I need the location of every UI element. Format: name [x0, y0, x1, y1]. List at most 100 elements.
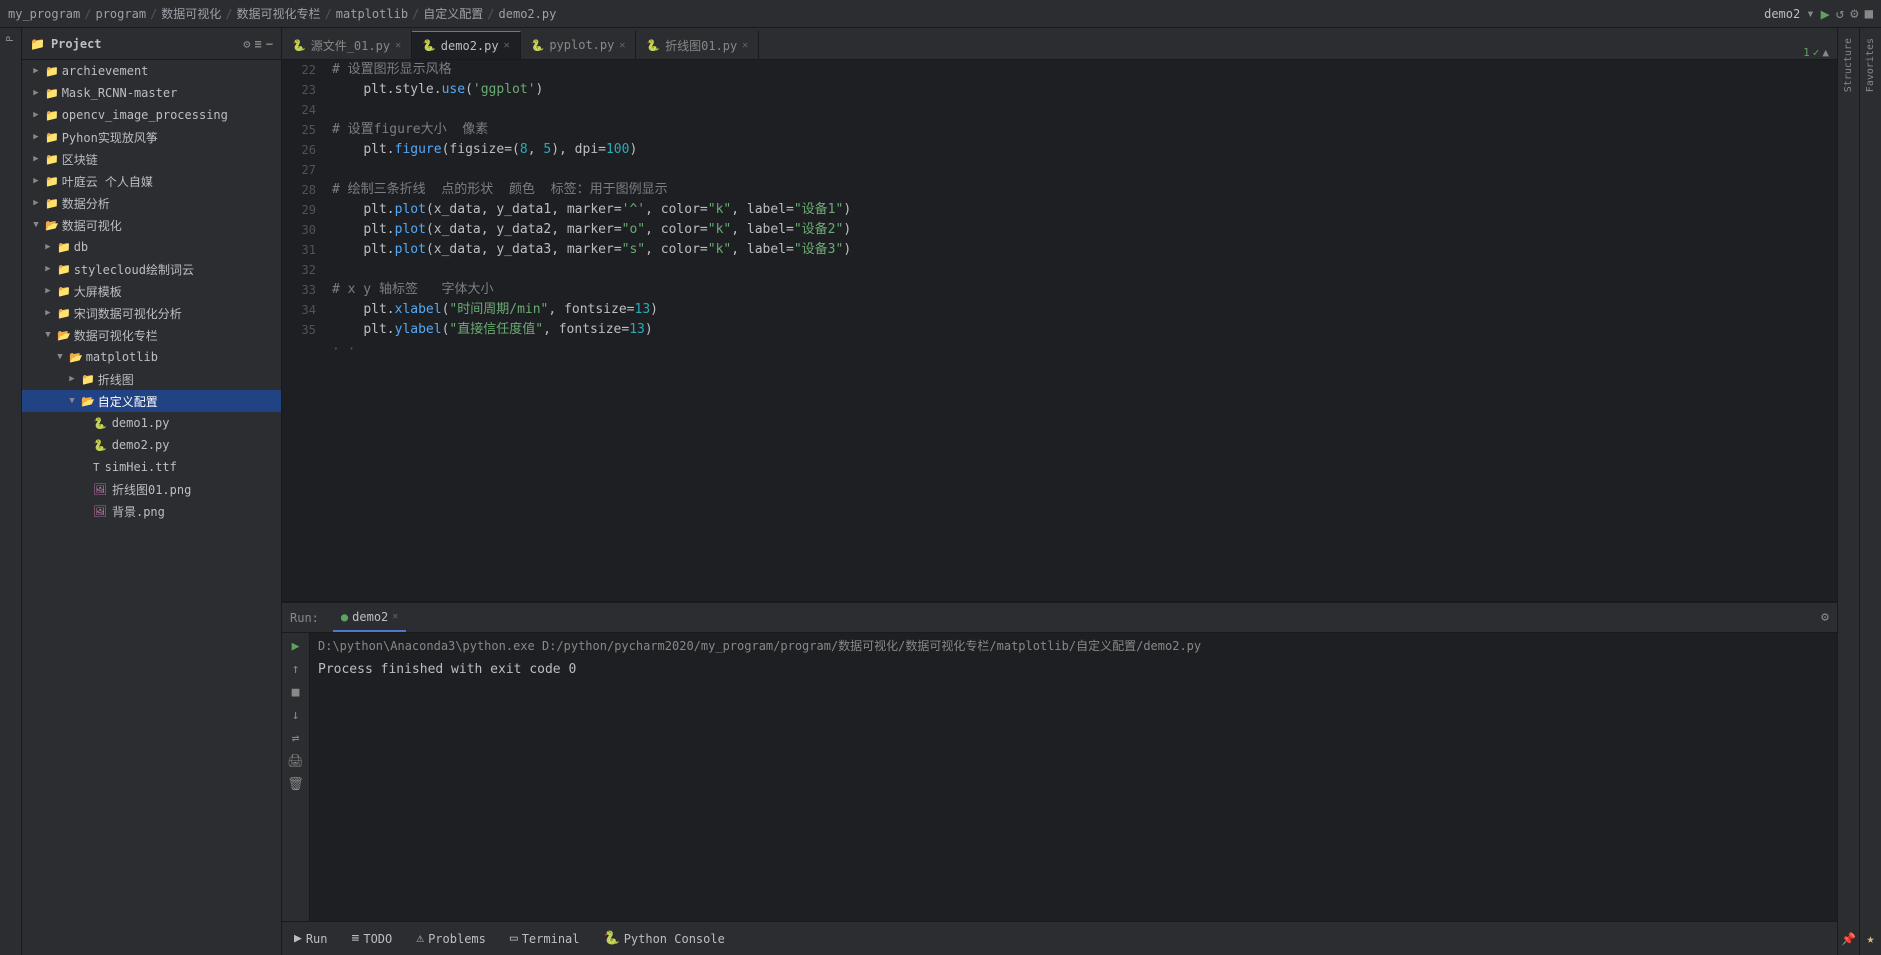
code-span: fontsize: [564, 302, 627, 317]
breadcrumb-item-1[interactable]: my_program: [8, 7, 80, 21]
tab-close-icon[interactable]: ✕: [504, 40, 510, 51]
run-print-icon[interactable]: 🖨: [285, 752, 306, 771]
breadcrumb-item-3[interactable]: 数据可视化: [161, 5, 221, 22]
project-tool-icon[interactable]: P: [3, 32, 18, 46]
tree-item-dataviz-col[interactable]: ▼ 📂 数据可视化专栏: [22, 324, 281, 346]
code-editor[interactable]: 22 # 设置图形显示风格 23 plt.style.use('ggplot')…: [282, 60, 1837, 601]
bottom-panel-settings-icon[interactable]: ⚙: [1821, 610, 1829, 625]
code-span: y_data2: [496, 222, 551, 237]
code-span: xlabel: [395, 302, 442, 317]
code-span: =: [621, 322, 629, 337]
line-content[interactable]: plt.ylabel("直接信任度值", fontsize=13): [332, 320, 1837, 340]
favorites-star-icon[interactable]: ★: [1867, 932, 1875, 947]
tree-item-stylecloud[interactable]: ▶ 📁 stylecloud绘制词云: [22, 258, 281, 280]
tree-label: 区块链: [62, 151, 98, 168]
comment-span: # 设置图形显示风格: [332, 62, 452, 77]
run-toolbar-btn[interactable]: ▶ Run: [290, 929, 332, 948]
tree-item-simhei[interactable]: T simHei.ttf: [22, 456, 281, 478]
code-span: 13: [635, 302, 651, 317]
line-content[interactable]: plt.plot(x_data, y_data3, marker="s", co…: [332, 240, 1837, 260]
python-console-toolbar-btn[interactable]: 🐍 Python Console: [600, 929, 729, 948]
sidebar-collapse-icon[interactable]: −: [266, 37, 273, 51]
code-span: y_data1: [496, 202, 551, 217]
tab-close-icon[interactable]: ✕: [619, 40, 625, 51]
tree-item-songci[interactable]: ▶ 📁 宋词数据可视化分析: [22, 302, 281, 324]
breadcrumb-item-6[interactable]: 自定义配置: [423, 5, 483, 22]
tree-item-dataviz[interactable]: ▼ 📂 数据可视化: [22, 214, 281, 236]
file-tree: ▶ 📁 archievement ▶ 📁 Mask_RCNN-master ▶ …: [22, 60, 281, 955]
line-content[interactable]: plt.xlabel("时间周期/min", fontsize=13): [332, 300, 1837, 320]
structure-pin-icon[interactable]: 📌: [1841, 932, 1856, 955]
line-content[interactable]: # x y 轴标签 字体大小: [332, 280, 1837, 300]
todo-toolbar-btn[interactable]: ≡ TODO: [348, 929, 397, 948]
tab-yuanwenjian[interactable]: 🐍 源文件_01.py ✕: [282, 31, 412, 59]
tree-item-zidingyi[interactable]: ▼ 📂 自定义配置: [22, 390, 281, 412]
tree-item-zhexian[interactable]: ▶ 📁 折线图: [22, 368, 281, 390]
tree-item-zhexian01-img[interactable]: 🖼 折线图01.png: [22, 478, 281, 500]
code-span: ): [843, 202, 851, 217]
line-content[interactable]: # 绘制三条折线 点的形状 颜色 标签：用于图例显示: [332, 180, 1837, 200]
line-content[interactable]: # 设置图形显示风格: [332, 60, 1837, 80]
line-content[interactable]: plt.plot(x_data, y_data1, marker='^', co…: [332, 200, 1837, 220]
run-button-icon[interactable]: ▶: [1821, 5, 1830, 23]
sidebar-gear-icon[interactable]: ≡: [255, 37, 262, 51]
terminal-toolbar-btn[interactable]: ▭ Terminal: [506, 929, 584, 948]
code-span: plot: [395, 242, 426, 257]
tree-item-db[interactable]: ▶ 📁 db: [22, 236, 281, 258]
breadcrumb-item-7[interactable]: demo2.py: [499, 7, 557, 21]
run-trash-icon[interactable]: 🗑: [285, 775, 306, 794]
tree-label: 数据可视化专栏: [74, 327, 158, 344]
run-scroll-up-icon[interactable]: ↑: [290, 660, 302, 679]
tree-item-opencv[interactable]: ▶ 📁 opencv_image_processing: [22, 104, 281, 126]
tree-label: 自定义配置: [98, 393, 158, 410]
tab-zhexian01[interactable]: 🐍 折线图01.py ✕: [636, 31, 759, 59]
tree-item-dataanalysis[interactable]: ▶ 📁 数据分析: [22, 192, 281, 214]
sidebar-settings-icon[interactable]: ⚙: [243, 37, 250, 51]
line-content[interactable]: plt.figure(figsize=(8, 5), dpi=100): [332, 140, 1837, 160]
tab-pyplot[interactable]: 🐍 pyplot.py ✕: [521, 31, 637, 59]
run-stop-icon[interactable]: ■: [290, 683, 302, 702]
tab-close-icon[interactable]: ✕: [742, 40, 748, 51]
bottom-tab-close-icon[interactable]: ✕: [392, 611, 398, 622]
tree-item-mask-rcnn[interactable]: ▶ 📁 Mask_RCNN-master: [22, 82, 281, 104]
tree-item-blockchain[interactable]: ▶ 📁 区块链: [22, 148, 281, 170]
problems-toolbar-btn[interactable]: ⚠ Problems: [412, 929, 490, 948]
code-span: x_data: [434, 202, 481, 217]
folder-icon: 📁: [57, 241, 71, 254]
reload-button-icon[interactable]: ↺: [1836, 6, 1844, 22]
line-content[interactable]: # 设置figure大小 像素: [332, 120, 1837, 140]
bottom-tab-demo2[interactable]: ● demo2 ✕: [333, 604, 406, 632]
run-wrap-icon[interactable]: ⇌: [290, 729, 302, 748]
stop-button-icon[interactable]: ■: [1865, 6, 1873, 22]
breadcrumb-item-5[interactable]: matplotlib: [336, 7, 408, 21]
code-span: ): [629, 142, 637, 157]
tree-item-demo1[interactable]: 🐍 demo1.py: [22, 412, 281, 434]
tree-item-beijing-img[interactable]: 🖼 背景.png: [22, 500, 281, 522]
tab-demo2[interactable]: 🐍 demo2.py ✕: [412, 31, 521, 59]
settings-button-icon[interactable]: ⚙: [1850, 6, 1858, 22]
tree-item-yetingyun[interactable]: ▶ 📁 叶庭云 个人自媒: [22, 170, 281, 192]
line-content[interactable]: plt.style.use('ggplot'): [332, 80, 1837, 100]
structure-label[interactable]: Structure: [1843, 38, 1854, 92]
run-dropdown-icon[interactable]: ▾: [1806, 6, 1814, 22]
run-play-icon[interactable]: ▶: [290, 637, 302, 656]
code-span: ,: [645, 242, 653, 257]
line-content[interactable]: plt.plot(x_data, y_data2, marker="o", co…: [332, 220, 1837, 240]
favorites-label[interactable]: Favorites: [1865, 38, 1876, 92]
code-line-25: 25 # 设置figure大小 像素: [282, 120, 1837, 140]
tree-item-matplotlib[interactable]: ▼ 📂 matplotlib: [22, 346, 281, 368]
code-span: (: [426, 202, 434, 217]
tree-item-pyhon-fan[interactable]: ▶ 📁 Pyhon实现放风筝: [22, 126, 281, 148]
tree-item-bigscreen[interactable]: ▶ 📁 大屏模板: [22, 280, 281, 302]
code-span: ,: [551, 242, 559, 257]
terminal-label: Terminal: [522, 932, 580, 946]
tab-label: 源文件_01.py: [311, 37, 390, 54]
breadcrumb-item-4[interactable]: 数据可视化专栏: [237, 5, 321, 22]
run-scroll-down-icon[interactable]: ↓: [290, 706, 302, 725]
tab-close-icon[interactable]: ✕: [395, 40, 401, 51]
tree-item-demo2[interactable]: 🐍 demo2.py: [22, 434, 281, 456]
tree-item-archievement[interactable]: ▶ 📁 archievement: [22, 60, 281, 82]
arrow-icon: ▶: [42, 308, 54, 318]
breadcrumb-item-2[interactable]: program: [95, 7, 146, 21]
code-span: label: [747, 222, 786, 237]
